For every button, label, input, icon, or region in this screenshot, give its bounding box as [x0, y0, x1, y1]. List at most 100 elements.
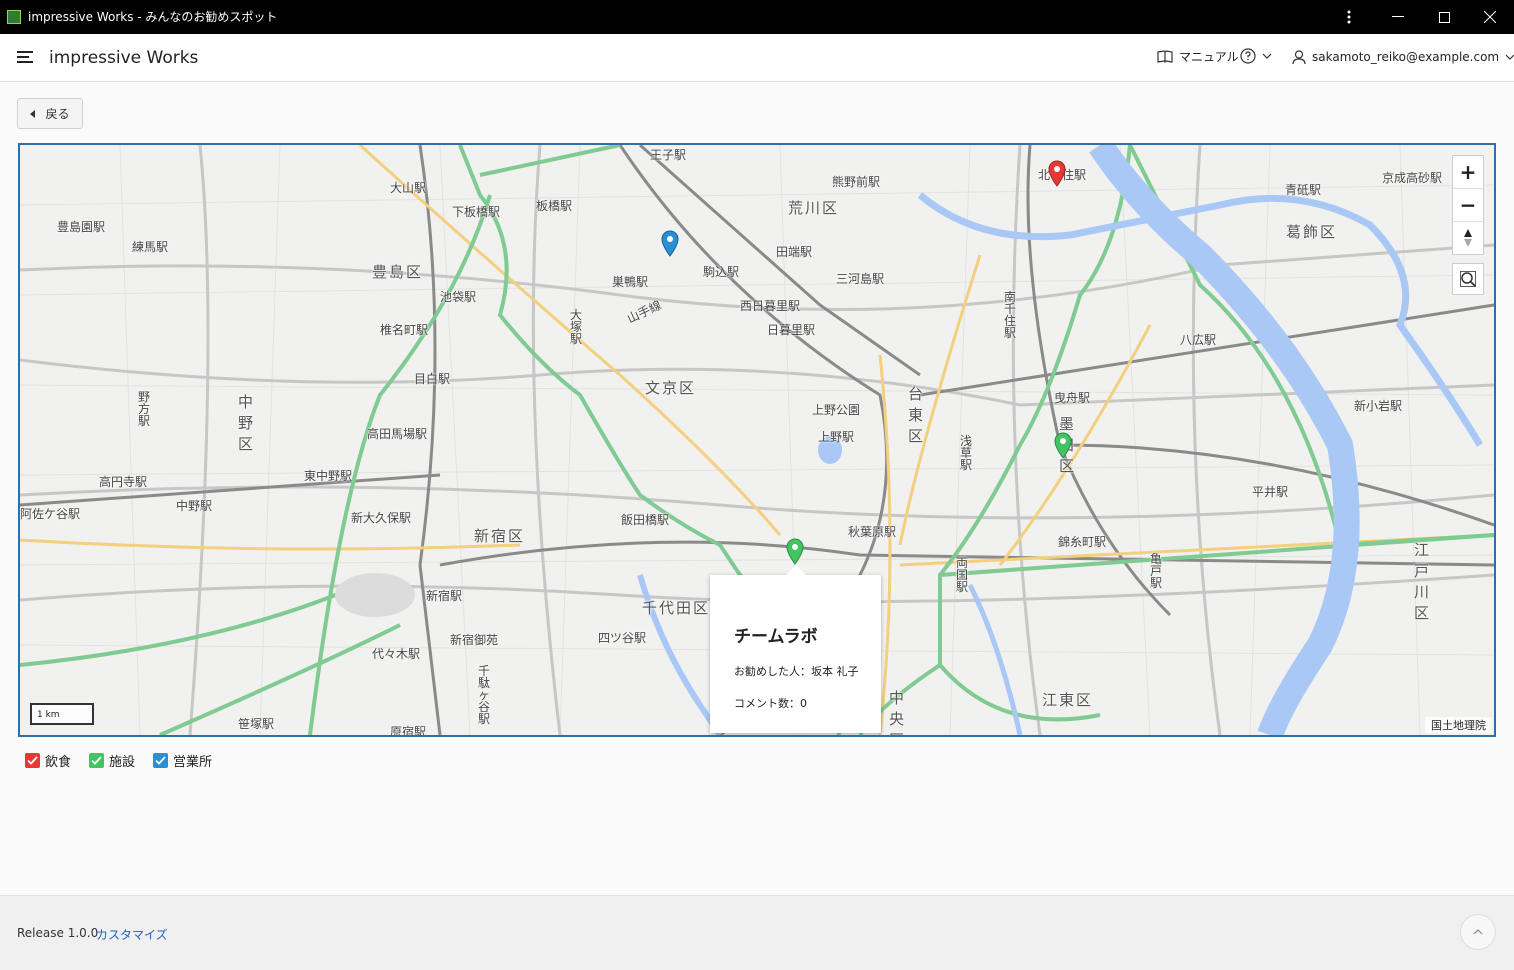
zoom-to-area-button[interactable] — [1452, 263, 1484, 295]
station-label: 平井駅 — [1252, 485, 1289, 499]
station-label: 熊野前駅 — [832, 175, 881, 189]
map-marker-blue[interactable] — [660, 229, 680, 257]
legend-label: 施設 — [109, 755, 136, 770]
station-label: 練馬駅 — [132, 240, 169, 254]
station-label: 田端駅 — [776, 245, 813, 259]
station-label: 京成高砂駅 — [1382, 171, 1443, 185]
map-marker-green-selected[interactable] — [785, 537, 805, 565]
close-icon[interactable] — [1467, 0, 1513, 34]
window-title: impressive Works - みんなのお勧めスポット — [28, 10, 278, 24]
station-label: 池袋駅 — [440, 290, 477, 304]
station-label: 野方駅 — [138, 390, 151, 428]
manual-label: マニュアル — [1179, 50, 1239, 64]
brand-title: impressive Works — [49, 48, 199, 68]
ward-label: 千代田区 — [642, 599, 711, 617]
back-label: 戻る — [45, 107, 70, 121]
recommender-label: お勧めした人： — [734, 665, 811, 678]
scale-bar: 1 km — [30, 703, 94, 725]
ward-label: 江戸川区 — [1414, 541, 1432, 622]
window-titlebar: impressive Works - みんなのお勧めスポット — [0, 0, 1514, 34]
chevron-up-icon — [1473, 929, 1483, 935]
station-label: 笹塚駅 — [238, 717, 275, 731]
checkbox-checked-icon[interactable] — [153, 753, 169, 768]
more-options-icon[interactable] — [1326, 0, 1372, 34]
station-label: 原宿駅 — [390, 725, 427, 737]
ward-label: 荒川区 — [788, 199, 840, 217]
station-label: 八広駅 — [1180, 333, 1217, 347]
station-label: 千駄ヶ谷駅 — [478, 664, 491, 726]
station-label: 上野公園 — [812, 403, 861, 417]
station-label: 高田馬場駅 — [367, 427, 428, 441]
app-header: impressive Works マニュアル sakamoto_reiko@ex… — [0, 34, 1514, 82]
legend-label: 飲食 — [45, 755, 72, 770]
menu-icon[interactable] — [17, 51, 33, 63]
reset-north-button[interactable] — [1453, 222, 1483, 254]
map-view[interactable]: 荒川区 葛飾区 豊島区 文京区 台東区 墨田区 中野区 新宿区 千代田区 江東区… — [18, 143, 1496, 737]
legend-item-office[interactable]: 営業所 — [153, 751, 212, 770]
ward-label: 葛飾区 — [1286, 223, 1338, 241]
help-menu[interactable] — [1240, 48, 1272, 64]
customize-link[interactable]: カスタマイズ — [96, 926, 168, 943]
legend-item-facility[interactable]: 施設 — [89, 751, 135, 770]
spot-popup[interactable]: チームラボ お勧めした人：坂本 礼子 コメント数：0 — [710, 565, 881, 733]
popup-recommender: お勧めした人：坂本 礼子 — [734, 663, 859, 679]
ward-label: 文京区 — [645, 379, 697, 397]
zoom-controls: + − — [1452, 155, 1484, 255]
station-label: 日暮里駅 — [767, 323, 816, 337]
station-label: 錦糸町駅 — [1058, 535, 1107, 549]
station-label: 南千住駅 — [1004, 290, 1017, 340]
map-marker-red[interactable] — [1047, 159, 1067, 187]
station-label: 四ツ谷駅 — [598, 631, 647, 645]
caret-left-icon — [30, 109, 36, 118]
manual-link[interactable]: マニュアル — [1157, 48, 1239, 66]
checkbox-checked-icon[interactable] — [25, 753, 40, 768]
user-icon — [1292, 49, 1306, 64]
maximize-icon[interactable] — [1421, 0, 1467, 34]
page-footer: Release 1.0.0 カスタマイズ — [0, 895, 1514, 970]
station-label: 目白駅 — [414, 372, 451, 386]
station-label: 青砥駅 — [1285, 183, 1322, 197]
station-label: 新小岩駅 — [1354, 399, 1403, 413]
station-label: 新宿駅 — [426, 589, 463, 603]
ward-label: 中野区 — [238, 393, 256, 453]
book-icon — [1157, 50, 1173, 63]
user-menu[interactable]: sakamoto_reiko@example.com — [1292, 48, 1514, 66]
station-label: 高円寺駅 — [99, 475, 148, 489]
station-label: 駒込駅 — [703, 265, 740, 279]
station-label: 飯田橋駅 — [621, 513, 670, 527]
help-icon — [1240, 48, 1256, 64]
station-label: 西日暮里駅 — [740, 299, 801, 313]
station-label: 代々木駅 — [372, 647, 421, 661]
station-label: 曳舟駅 — [1054, 391, 1091, 405]
user-email: sakamoto_reiko@example.com — [1312, 50, 1500, 64]
map-marker-green[interactable] — [1053, 431, 1073, 459]
ward-label: 台東区 — [908, 385, 926, 445]
minimize-icon[interactable] — [1375, 0, 1421, 34]
zoom-in-button[interactable]: + — [1453, 156, 1483, 189]
station-label: 浅草駅 — [960, 434, 973, 472]
chevron-down-icon — [1262, 53, 1272, 59]
release-version: Release 1.0.0 — [17, 926, 99, 940]
recommender-name: 坂本 礼子 — [811, 665, 859, 678]
station-label: 新大久保駅 — [351, 511, 412, 525]
station-label: 阿佐ケ谷駅 — [20, 507, 81, 521]
station-label: 椎名町駅 — [380, 323, 429, 337]
back-button[interactable]: 戻る — [17, 98, 83, 129]
station-label: 両国駅 — [956, 556, 969, 594]
legend-item-restaurant[interactable]: 飲食 — [25, 751, 71, 770]
search-icon — [1460, 271, 1476, 287]
station-label: 豊島園駅 — [57, 220, 106, 234]
compass-icon — [1464, 229, 1472, 247]
station-label: 大塚駅 — [570, 308, 583, 346]
station-label: 大山駅 — [390, 181, 427, 195]
checkbox-checked-icon[interactable] — [89, 753, 105, 768]
station-label: 王子駅 — [650, 148, 687, 162]
station-label: 亀戸駅 — [1150, 552, 1163, 590]
station-label: 中野駅 — [176, 499, 213, 513]
scroll-to-top-button[interactable] — [1460, 914, 1496, 950]
zoom-out-button[interactable]: − — [1453, 189, 1483, 222]
station-label: 上野駅 — [818, 430, 855, 444]
ward-label: 豊島区 — [372, 263, 424, 281]
station-label: 三河島駅 — [836, 272, 885, 286]
station-label: 下板橋駅 — [452, 205, 501, 219]
